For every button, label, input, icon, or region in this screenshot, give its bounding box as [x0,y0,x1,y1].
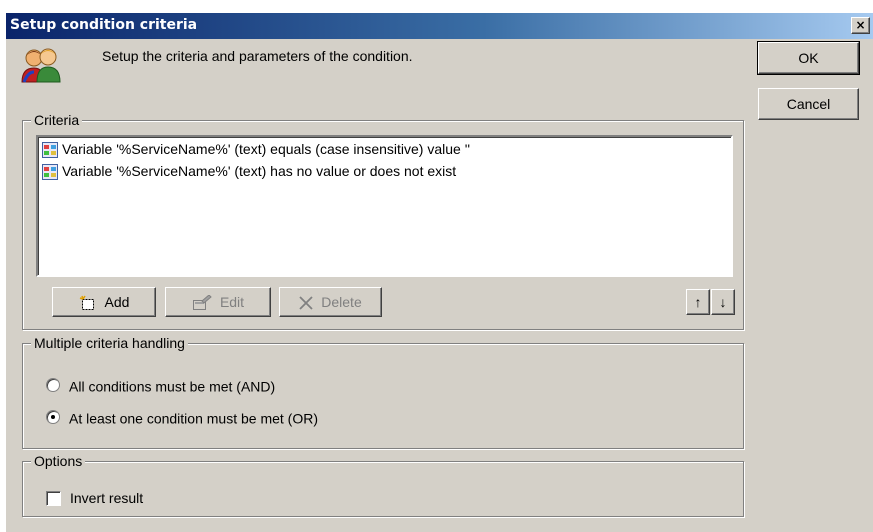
invert-result-label: Invert result [70,490,144,506]
arrow-down-icon: ↓ [719,294,727,310]
arrow-up-icon: ↑ [694,294,702,310]
delete-icon [299,296,313,310]
list-item[interactable]: Variable '%ServiceName%' (text) equals (… [42,139,470,159]
radio-button-checked[interactable] [46,410,60,425]
criteria-item-icon [42,142,58,159]
radio-button[interactable] [46,378,60,393]
new-item-icon [79,295,94,311]
invert-result-row[interactable]: Invert result [46,490,143,507]
radio-or[interactable]: At least one condition must be met (OR) [46,409,318,429]
delete-button[interactable]: Delete [279,287,382,317]
invert-result-checkbox[interactable] [46,490,61,506]
options-group-label: Options [31,453,86,469]
edit-icon [192,295,212,311]
delete-button-label: Delete [321,294,362,310]
header-description: Setup the criteria and parameters of the… [102,48,413,64]
move-down-button[interactable]: ↓ [711,289,735,315]
list-item[interactable]: Variable '%ServiceName%' (text) has no v… [42,161,456,181]
options-group: Options [22,453,744,517]
cancel-button[interactable]: Cancel [758,88,859,120]
criteria-item-icon [42,164,58,181]
ok-button[interactable]: OK [757,41,860,75]
radio-and[interactable]: All conditions must be met (AND) [46,377,275,397]
criteria-list[interactable]: Variable '%ServiceName%' (text) equals (… [36,135,733,277]
edit-button-label: Edit [219,294,245,310]
move-up-button[interactable]: ↑ [686,289,710,315]
close-button[interactable]: × [851,17,870,34]
radio-or-label: At least one condition must be met (OR) [69,410,318,427]
edit-button[interactable]: Edit [165,287,271,317]
close-icon: × [855,18,866,32]
window-title: Setup condition criteria [10,17,198,33]
title-bar: Setup condition criteria × [6,13,873,39]
add-button[interactable]: Add [52,287,156,317]
add-button-label: Add [104,294,130,310]
users-icon [21,48,61,83]
criteria-group-label: Criteria [31,112,83,128]
list-item-text: Variable '%ServiceName%' (text) equals (… [62,141,471,157]
multiple-criteria-group-label: Multiple criteria handling [31,335,188,351]
list-item-text: Variable '%ServiceName%' (text) has no v… [62,163,457,179]
radio-and-label: All conditions must be met (AND) [69,378,276,395]
